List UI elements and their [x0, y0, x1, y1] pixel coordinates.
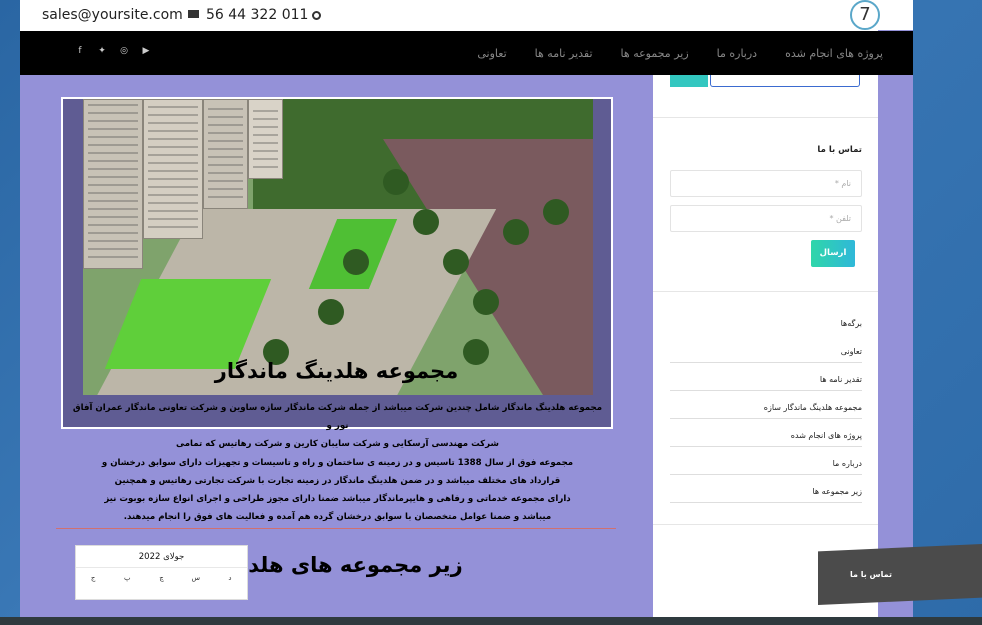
- envelope-icon: [187, 10, 199, 18]
- calendar-day: ج: [90, 574, 96, 582]
- sidebar-link-projects[interactable]: پروژه های انجام شده: [670, 431, 862, 447]
- intro-line: دارای مجموعه خدماتی و رفاهی و هایپرماندگ…: [104, 494, 571, 505]
- sidebar: تماس با ما نام * تلفن * ارسال برگه‌ها تع…: [653, 22, 878, 617]
- notification-badge[interactable]: 7: [850, 0, 880, 30]
- social-links: ▶ ◎ ✦ f: [75, 46, 151, 56]
- main-navigation: پروژه های انجام شده درباره ما زیر مجموعه…: [20, 31, 913, 75]
- intro-paragraph: مجموعه هلدینگ ماندگار شامل چندین شرکت می…: [65, 399, 610, 526]
- intro-line: مجموعه فوق از سال 1388 تاسیس و در زمینه …: [101, 457, 574, 468]
- phone-field[interactable]: تلفن *: [670, 205, 862, 232]
- page-title: مجموعه هلدینگ ماندگار: [214, 359, 459, 383]
- contact-bar: sales@yoursite.com 56 44 322 011 7: [20, 0, 913, 30]
- phone-icon: [312, 10, 322, 20]
- sidebar-link-appreciation[interactable]: تقدیر نامه ها: [670, 375, 862, 391]
- nav-item-cooperative[interactable]: تعاونی: [477, 47, 506, 60]
- intro-line: میباشد و ضمنا عوامل متخصصان با سوابق درخ…: [123, 512, 552, 523]
- site-frame: مجموعه هلدینگ ماندگار مجموعه هلدینگ ماند…: [20, 0, 913, 617]
- nav-item-about[interactable]: درباره ما: [717, 47, 757, 60]
- youtube-icon[interactable]: ▶: [141, 46, 151, 56]
- twitter-icon[interactable]: ✦: [97, 46, 107, 56]
- send-button[interactable]: ارسال: [811, 240, 855, 267]
- main-content: مجموعه هلدینگ ماندگار مجموعه هلدینگ ماند…: [20, 75, 653, 617]
- calendar-day: چ: [159, 574, 164, 582]
- sidebar-link-about[interactable]: درباره ما: [670, 459, 862, 475]
- sidebar-divider: [653, 524, 878, 525]
- calendar-day: د: [228, 574, 232, 582]
- calendar-day: پ: [124, 574, 131, 582]
- featured-image[interactable]: [83, 99, 593, 395]
- nav-item-subsidiaries[interactable]: زیر مجموعه ها: [621, 47, 689, 60]
- nav-item-projects[interactable]: پروژه های انجام شده: [785, 47, 883, 60]
- email-text[interactable]: sales@yoursite.com: [42, 7, 183, 23]
- sidebar-divider: [653, 291, 878, 292]
- contact-widget-title: تماس با ما: [817, 145, 862, 155]
- intro-line: شرکت مهندسی آرسکایی و شرکت سایبان کارین …: [176, 439, 499, 450]
- nav-item-appreciation[interactable]: تقدیر نامه ها: [535, 47, 593, 60]
- calendar-weekdays: د س چ پ ج: [76, 568, 247, 582]
- phone-text[interactable]: 56 44 322 011: [206, 7, 308, 23]
- floating-contact-button[interactable]: تماس با ما: [818, 544, 982, 605]
- name-field[interactable]: نام *: [670, 170, 862, 197]
- intro-line: قرارداد های مختلف میباشد و در ضمن هلدینگ…: [114, 475, 561, 486]
- phone-contact[interactable]: 56 44 322 011: [206, 7, 322, 23]
- calendar-widget: جولای 2022 د س چ پ ج: [75, 545, 248, 600]
- section-divider: [56, 528, 616, 529]
- sidebar-link-subsidiaries[interactable]: زیر مجموعه ها: [670, 487, 862, 503]
- taskbar-strip: [0, 617, 982, 625]
- facebook-icon[interactable]: f: [75, 46, 85, 56]
- calendar-day: س: [191, 574, 200, 582]
- sidebar-link-cooperative[interactable]: تعاونی: [670, 347, 862, 363]
- instagram-icon[interactable]: ◎: [119, 46, 129, 56]
- sidebar-divider: [653, 117, 878, 118]
- nav-menu: پروژه های انجام شده درباره ما زیر مجموعه…: [477, 47, 883, 60]
- pages-widget-title: برگه‌ها: [840, 319, 862, 328]
- sidebar-link-holding[interactable]: مجموعه هلدینگ ماندگار سازه: [670, 403, 862, 419]
- email-contact[interactable]: sales@yoursite.com: [42, 7, 199, 23]
- intro-line: مجموعه هلدینگ ماندگار شامل چندین شرکت می…: [72, 403, 603, 432]
- calendar-title: جولای 2022: [76, 546, 247, 568]
